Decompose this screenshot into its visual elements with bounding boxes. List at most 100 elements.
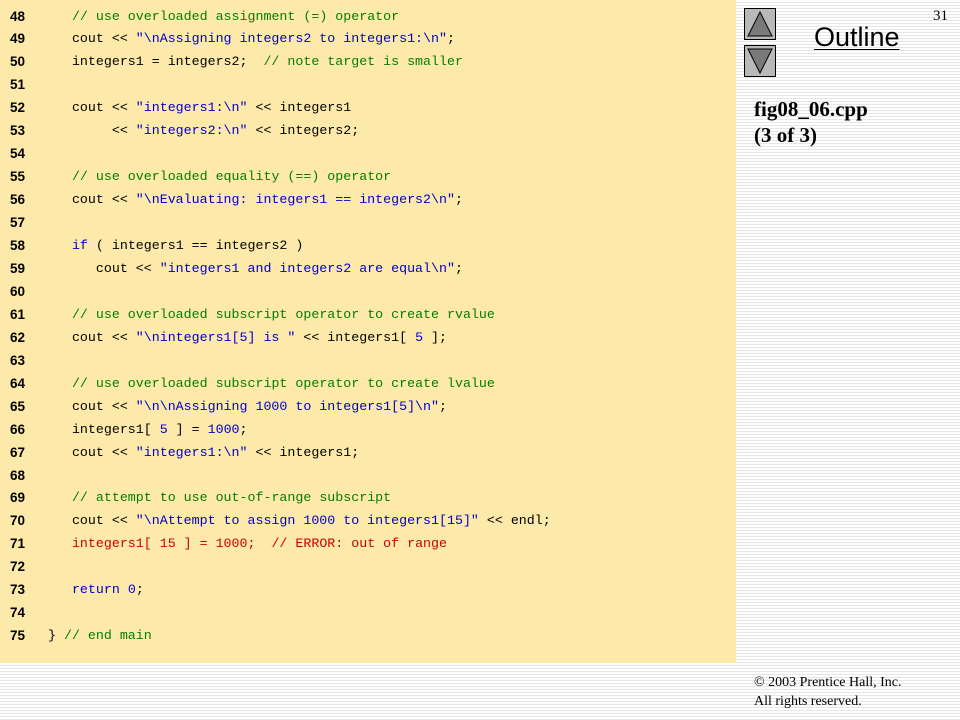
line-number: 62 bbox=[10, 329, 26, 345]
code-line: 48 // use overloaded assignment (=) oper… bbox=[0, 5, 736, 28]
code-line: 57 bbox=[0, 211, 736, 234]
code-line: 60 bbox=[0, 280, 736, 303]
code-text: // attempt to use out-of-range subscript bbox=[48, 486, 391, 509]
code-text: if ( integers1 == integers2 ) bbox=[48, 234, 303, 257]
code-line: 68 bbox=[0, 464, 736, 487]
code-line: 54 bbox=[0, 142, 736, 165]
code-token: cout << bbox=[48, 100, 136, 116]
code-token: ] = bbox=[167, 421, 208, 437]
code-line: 64 // use overloaded subscript operator … bbox=[0, 372, 736, 395]
line-number: 53 bbox=[10, 123, 26, 139]
code-listing-panel: 48 // use overloaded assignment (=) oper… bbox=[0, 0, 736, 663]
code-line: 55 // use overloaded equality (==) opera… bbox=[0, 165, 736, 188]
code-token: cout << bbox=[48, 329, 136, 345]
code-text: return 0; bbox=[48, 578, 144, 601]
code-token: "integers1 and integers2 are equal\n" bbox=[159, 260, 455, 276]
code-text: cout << "integers1:\n" << integers1; bbox=[48, 441, 359, 464]
code-line: 69 // attempt to use out-of-range subscr… bbox=[0, 486, 736, 509]
code-token: return bbox=[71, 582, 120, 598]
code-line: 58 if ( integers1 == integers2 ) bbox=[0, 234, 736, 257]
code-token: // end main bbox=[63, 628, 152, 644]
line-number: 48 bbox=[10, 8, 26, 24]
code-line: 52 cout << "integers1:\n" << integers1 bbox=[0, 96, 736, 119]
code-line: 53 << "integers2:\n" << integers2; bbox=[0, 119, 736, 142]
code-line: 59 cout << "integers1 and integers2 are … bbox=[0, 257, 736, 280]
line-number: 74 bbox=[10, 605, 26, 621]
figure-part: (3 of 3) bbox=[754, 123, 817, 147]
triangle-up-icon bbox=[747, 10, 773, 37]
code-token: "\nEvaluating: integers1 == integers2\n" bbox=[135, 192, 455, 208]
code-token: cout << bbox=[48, 398, 136, 414]
line-number: 69 bbox=[10, 490, 26, 506]
code-line: 51 bbox=[0, 73, 736, 96]
code-token: "\nAttempt to assign 1000 to integers1[1… bbox=[135, 513, 479, 529]
previous-slide-button[interactable] bbox=[744, 8, 776, 40]
code-token: integers1[ bbox=[48, 421, 160, 437]
line-number: 56 bbox=[10, 192, 26, 208]
code-text: // use overloaded assignment (=) operato… bbox=[48, 5, 399, 28]
line-number: 50 bbox=[10, 54, 26, 70]
outline-link[interactable]: Outline bbox=[814, 22, 900, 53]
code-line: 71 integers1[ 15 ] = 1000; // ERROR: out… bbox=[0, 532, 736, 555]
code-token: "\nintegers1[5] is " bbox=[135, 329, 296, 345]
copyright-line-2: All rights reserved. bbox=[754, 694, 862, 709]
code-token: cout << bbox=[48, 513, 136, 529]
line-number: 64 bbox=[10, 375, 26, 391]
code-line: 62 cout << "\nintegers1[5] is " << integ… bbox=[0, 326, 736, 349]
code-text: } // end main bbox=[48, 624, 152, 647]
line-number: 63 bbox=[10, 352, 26, 368]
code-text: << "integers2:\n" << integers2; bbox=[48, 119, 359, 142]
code-token: 1000 bbox=[207, 421, 240, 437]
line-number: 72 bbox=[10, 559, 26, 575]
code-token: } bbox=[48, 628, 64, 644]
line-number: 75 bbox=[10, 628, 26, 644]
line-number: 55 bbox=[10, 169, 26, 185]
copyright-notice: © 2003 Prentice Hall, Inc. All rights re… bbox=[754, 673, 902, 711]
code-token: "integers2:\n" bbox=[135, 123, 248, 139]
code-token: if bbox=[71, 238, 88, 253]
code-token: 5 bbox=[415, 329, 424, 345]
code-token: << bbox=[48, 123, 136, 139]
code-line: 66 integers1[ 5 ] = 1000; bbox=[0, 418, 736, 441]
line-number: 58 bbox=[10, 238, 26, 253]
code-token: // use overloaded subscript operator to … bbox=[71, 306, 495, 322]
code-text: // use overloaded equality (==) operator bbox=[48, 165, 391, 188]
code-token: cout << bbox=[48, 192, 136, 208]
code-text: cout << "\nEvaluating: integers1 == inte… bbox=[48, 188, 463, 211]
code-token: cout << bbox=[48, 444, 136, 460]
line-number: 52 bbox=[10, 100, 26, 116]
line-number: 60 bbox=[10, 283, 26, 299]
line-number: 67 bbox=[10, 444, 26, 460]
code-token: // note target is smaller bbox=[263, 54, 463, 70]
code-token: : out of range bbox=[335, 536, 447, 552]
line-number: 49 bbox=[10, 31, 26, 47]
next-slide-button[interactable] bbox=[744, 45, 776, 77]
code-text: integers1 = integers2; // note target is… bbox=[48, 50, 463, 73]
line-number: 68 bbox=[10, 467, 26, 483]
code-text: integers1[ 15 ] = 1000; // ERROR: out of… bbox=[48, 532, 447, 555]
code-token: << integers1 bbox=[247, 100, 352, 116]
line-number: 59 bbox=[10, 260, 26, 276]
line-number: 57 bbox=[10, 215, 26, 231]
code-text: cout << "\nAssigning integers2 to intege… bbox=[48, 27, 455, 50]
code-token: // use overloaded assignment (=) operato… bbox=[71, 8, 400, 24]
code-token: ; bbox=[454, 192, 463, 208]
code-text: // use overloaded subscript operator to … bbox=[48, 303, 495, 326]
code-text: cout << "integers1:\n" << integers1 bbox=[48, 96, 351, 119]
code-token: "\nAssigning integers2 to integers1:\n" bbox=[135, 31, 447, 47]
code-text: cout << "\nAttempt to assign 1000 to int… bbox=[48, 509, 551, 532]
line-number: 54 bbox=[10, 146, 26, 162]
code-token: ; bbox=[446, 31, 455, 47]
code-token: ; bbox=[239, 421, 248, 437]
code-token: ; bbox=[135, 582, 144, 598]
code-text: cout << "integers1 and integers2 are equ… bbox=[48, 257, 463, 280]
figure-title: fig08_06.cpp (3 of 3) bbox=[754, 96, 868, 148]
code-token: << integers1; bbox=[247, 444, 360, 460]
code-token: // use overloaded equality (==) operator bbox=[71, 169, 392, 185]
code-text: cout << "\n\nAssigning 1000 to integers1… bbox=[48, 395, 447, 418]
figure-file-name: fig08_06.cpp bbox=[754, 97, 868, 121]
